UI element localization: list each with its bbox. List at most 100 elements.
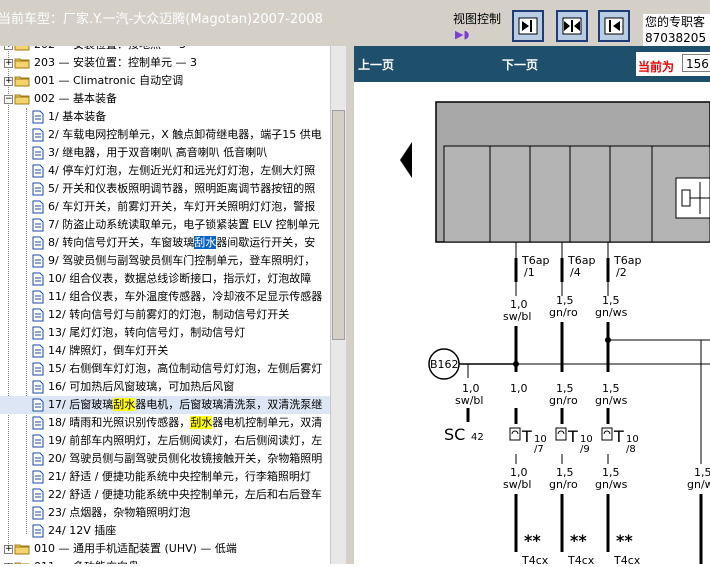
tree-doc-item[interactable]: 1/ 基本装备 [0,108,330,126]
prev-page-link[interactable]: 上一页 [358,56,394,73]
tree-item-label: 203 — 安装位置：控制单元 — 3 [34,56,197,69]
tree-doc-item[interactable]: 12/ 转向信号灯与前雾灯的灯泡，制动信号灯开关 [0,306,330,324]
next-page-link[interactable]: 下一页 [502,56,538,73]
document-icon [32,290,44,304]
panel-splitter[interactable] [346,46,354,564]
tree-item-label: 22/ 舒适 / 便捷功能系统中央控制单元，左后和右后登车 [48,488,322,501]
tree-doc-item[interactable]: 2/ 车载电网控制单元，X 触点卸荷继电器，端子15 供电 [0,126,330,144]
wiring-diagram: T6ap /1 T6ap /4 T6ap /2 1,0 sw/bl 1,5 gn… [354,82,710,567]
tree-doc-item[interactable]: 22/ 舒适 / 便捷功能系统中央控制单元，左后和右后登车 [0,486,330,504]
tree-item-label: 011 — 多功能方向盘 [34,560,139,564]
current-page-box: 当前为 156 [636,52,710,76]
tree-doc-item[interactable]: 19/ 前部车内照明灯，左后侧阅读灯，右后侧阅读灯，左 [0,432,330,450]
t10-a-label: T [521,427,532,446]
control-unit-inner [443,145,710,243]
tree-doc-item[interactable]: 17/ 后窗玻璃刮水器电机，后窗玻璃清洗泵，双清洗泵继 [0,396,330,414]
document-icon [32,470,44,484]
label-pre: 8/ 转向信号灯开关，车窗玻璃 [48,236,195,249]
tree-doc-item[interactable]: 23/ 点烟器，杂物箱照明灯泡 [0,504,330,522]
tree-item-label: 3/ 继电器，用于双音喇叭 高音喇叭 低音喇叭 [48,146,268,159]
tree-folder-item[interactable]: +010 — 通用手机适配装置 (UHV) — 低端 [0,540,330,558]
sc-label: SC [444,425,465,444]
tree-doc-item[interactable]: 7/ 防盗止动系统读取单元，电子锁紧装置 ELV 控制单元 [0,216,330,234]
tree-doc-item[interactable]: 11/ 组合仪表，车外温度传感器，冷却液不足显示传感器 [0,288,330,306]
tree-expand-toggle[interactable]: + [4,46,13,50]
tree-item-label: 14/ 牌照灯，倒车灯开关 [48,344,169,357]
t10-b-label: T [567,427,578,446]
tree-folder-item[interactable]: +001 — Climatronic 自动空调 [0,72,330,90]
tree-expand-toggle[interactable]: − [4,95,13,104]
tree-expand-toggle[interactable]: + [4,77,13,86]
document-icon [32,308,44,322]
tree-item-label: 20/ 驾驶员侧与副驾驶员侧化妆镜接触开关，杂物箱照明 [48,452,323,465]
view-expand-right-button[interactable] [512,10,544,42]
tree-doc-item[interactable]: 24/ 12V 插座 [0,522,330,540]
tree-doc-item[interactable]: 20/ 驾驶员侧与副驾驶员侧化妆镜接触开关，杂物箱照明 [0,450,330,468]
tree-expand-toggle[interactable]: + [4,545,13,554]
tree-item-label: 7/ 防盗止动系统读取单元，电子锁紧装置 ELV 控制单元 [48,218,320,231]
document-icon [32,128,44,142]
tree-item-label: 10/ 组合仪表，数据总线诊断接口，指示灯，灯泡故障 [48,272,312,285]
tree-doc-item[interactable]: 13/ 尾灯灯泡，转向信号灯，制动信号灯 [0,324,330,342]
view-arrow-icon[interactable]: ▶◗ [455,28,469,41]
folder-icon [14,92,30,105]
current-page-input[interactable]: 156 [682,54,710,72]
lower-left-color: sw/bl [455,394,483,407]
expert-line-2: 87038205 [645,31,707,45]
page-left-arrow-icon[interactable] [400,142,412,178]
tree-doc-item[interactable]: 16/ 可加热后风窗玻璃，可加热后风窗 [0,378,330,396]
tree-item-label: 19/ 前部车内照明灯，左后侧阅读灯，右后侧阅读灯，左 [48,434,323,447]
t10-b-pin: /9 [580,444,590,455]
tree-folder-item[interactable]: +011 — 多功能方向盘 [0,558,330,564]
document-icon [32,416,44,430]
tree-doc-item[interactable]: 3/ 继电器，用于双音喇叭 高音喇叭 低音喇叭 [0,144,330,162]
document-tree[interactable]: +202 — 安装位置：接地点 — 3+203 — 安装位置：控制单元 — 3+… [0,46,330,564]
tree-doc-item[interactable]: 6/ 车灯开关，前雾灯开关，车灯开关照明灯灯泡，警报 [0,198,330,216]
label-post: 器电机控制单元，双清 [212,416,323,429]
tree-item-label: 13/ 尾灯灯泡，转向信号灯，制动信号灯 [48,326,246,339]
far-right-color: gn/ws [687,478,710,491]
tree-doc-item[interactable]: 15/ 右侧倒车灯灯泡，高位制动信号灯灯泡，左侧后雾灯 [0,360,330,378]
tree-scroll-thumb[interactable] [332,110,345,340]
top-toolbar: 当前车型：厂家.Y.一汽-大众迈腾(Magotan)2007-2008 视图控制… [0,0,710,46]
document-icon [32,452,44,466]
tree-doc-item[interactable]: 8/ 转向信号灯开关，车窗玻璃刮水器间歇运行开关，安 [0,234,330,252]
tree-item-label: 21/ 舒适 / 便捷功能系统中央控制单元，行李箱照明灯 [48,470,311,483]
tree-folder-item[interactable]: +203 — 安装位置：控制单元 — 3 [0,54,330,72]
tree-doc-item[interactable]: 5/ 开关和仪表板照明调节器，照明距离调节器按钮的照 [0,180,330,198]
tree-doc-item[interactable]: 21/ 舒适 / 便捷功能系统中央控制单元，行李箱照明灯 [0,468,330,486]
document-icon [32,182,44,196]
document-icon [32,506,44,520]
bar-arrow-left-icon [604,17,624,35]
tree-scrollbar[interactable] [330,46,347,564]
folder-icon [14,74,30,87]
lower-wire-right-color: gn/ws [595,394,628,407]
tree-item-label: 9/ 驾驶员侧与副驾驶员侧车门控制单元，登车照明灯， [48,254,316,267]
tree-item-label: 17/ 后窗玻璃刮水器电机，后窗玻璃清洗泵，双清洗泵继 [48,398,322,411]
tree-doc-item[interactable]: 18/ 晴雨和光照识别传感器，刮水器电机控制单元，双清 [0,414,330,432]
tree-doc-item[interactable]: 10/ 组合仪表，数据总线诊断接口，指示灯，灯泡故障 [0,270,330,288]
view-split-button[interactable] [556,10,588,42]
tree-doc-item[interactable]: 14/ 牌照灯，倒车灯开关 [0,342,330,360]
tree-doc-item[interactable]: 4/ 停车灯灯泡，左侧近光灯和远光灯灯泡，左侧大灯照 [0,162,330,180]
tree-item-label: 5/ 开关和仪表板照明调节器，照明距离调节器按钮的照 [48,182,316,195]
tree-item-label: 1/ 基本装备 [48,110,107,123]
tree-item-label: 4/ 停车灯灯泡，左侧近光灯和远光灯灯泡，左侧大灯照 [48,164,316,177]
folder-icon [14,560,30,564]
tree-item-label: 12/ 转向信号灯与前雾灯的灯泡，制动信号灯开关 [48,308,290,321]
tree-doc-item[interactable]: 9/ 驾驶员侧与副驾驶员侧车门控制单元，登车照明灯， [0,252,330,270]
tree-item-label: 6/ 车灯开关，前雾灯开关，车灯开关照明灯灯泡，警报 [48,200,316,213]
tree-folder-item[interactable]: − 002 — 基本装备 [0,90,330,108]
stars-c: ** [616,531,633,550]
t10-connector-c: T 10 /8 [601,427,639,455]
tree-item-label: 8/ 转向信号灯开关，车窗玻璃刮水器间歇运行开关，安 [48,236,315,249]
view-expand-left-button[interactable] [598,10,630,42]
folder-icon [14,542,30,555]
t4-c-label: T4cx [613,554,641,564]
tree-folder-item[interactable]: +202 — 安装位置：接地点 — 3 [0,46,330,54]
bottom-right-color: gn/ws [595,478,628,491]
document-icon [32,146,44,160]
page-nav-bar: 上一页 下一页 当前为 156 [354,46,710,82]
tree-expand-toggle[interactable]: + [4,59,13,68]
t10-connector-a: T 10 /7 [509,427,547,455]
